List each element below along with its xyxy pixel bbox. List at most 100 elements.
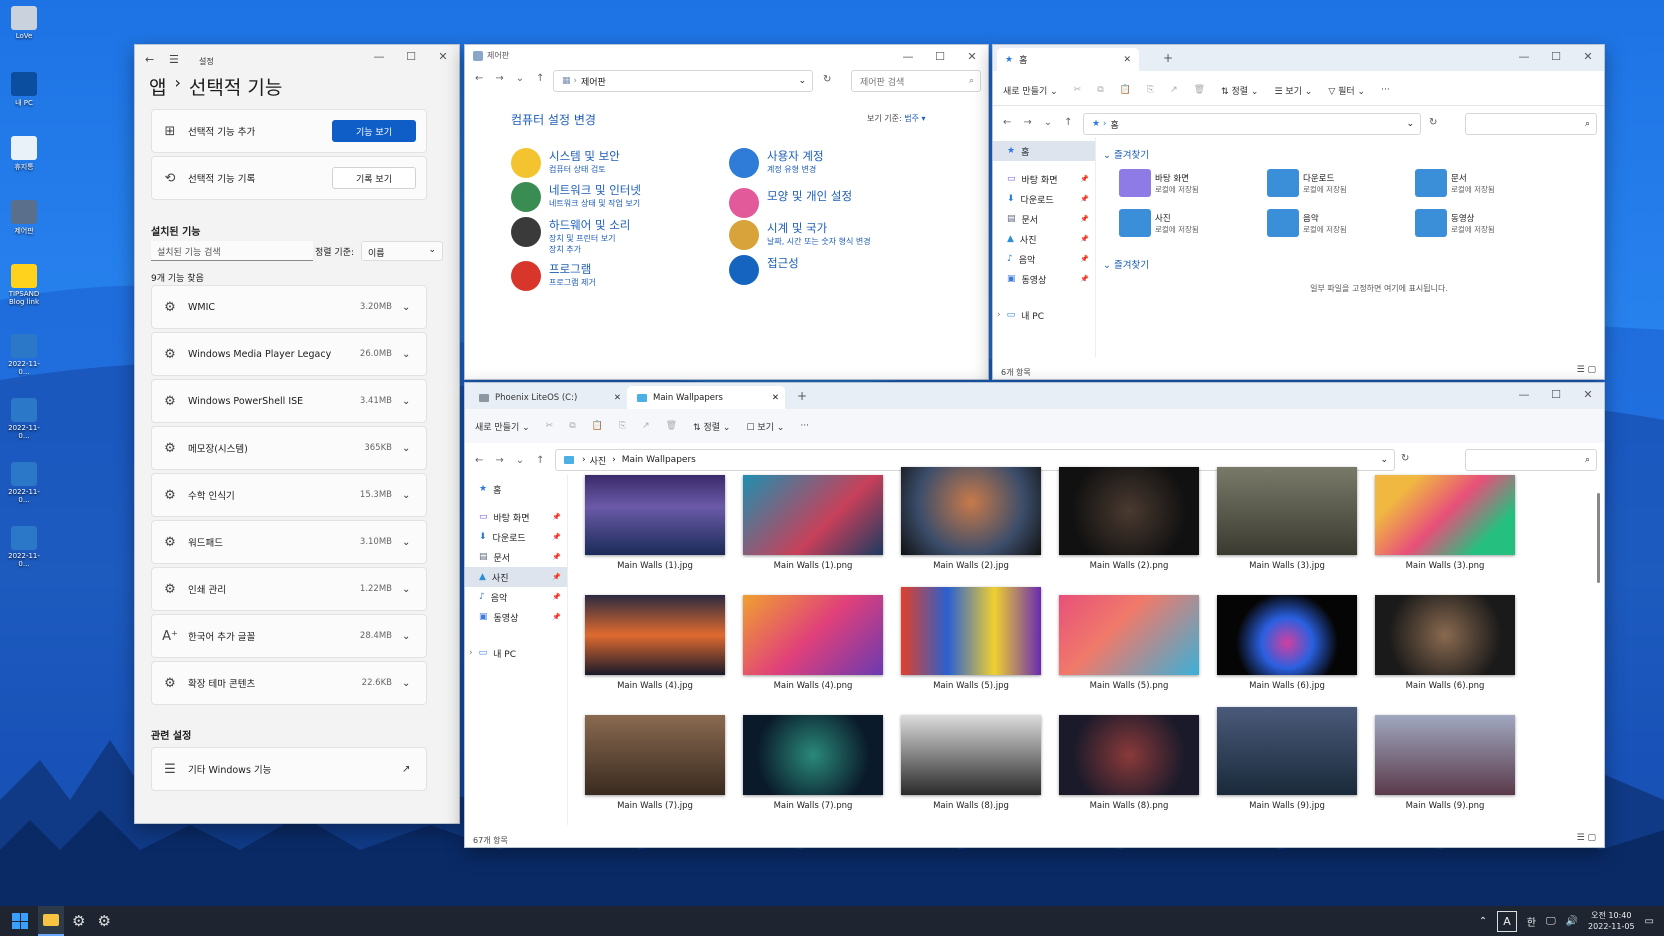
language-indicator[interactable]: 한: [1527, 914, 1536, 929]
new-tab-button[interactable]: +: [797, 389, 807, 403]
close-button[interactable]: ✕: [1572, 383, 1604, 405]
nav-item[interactable]: › ▭ 내 PC: [465, 643, 567, 663]
nav-item[interactable]: › ▭ 내 PC: [993, 305, 1095, 325]
cp-category-title[interactable]: 시계 및 국가: [767, 220, 871, 236]
desktop-icon[interactable]: 2022-11-0...: [4, 398, 44, 440]
cmd-item[interactable]: ☐ 보기 ⌄: [746, 420, 784, 433]
refresh-icon[interactable]: ↻: [823, 74, 831, 85]
nav-item[interactable]: ▲ 사진 📌: [465, 567, 567, 587]
file-thumbnail[interactable]: Main Walls (5).png: [1059, 595, 1199, 691]
maximize-button[interactable]: ☐: [924, 45, 956, 67]
nav-item[interactable]: ♪ 음악 📌: [993, 249, 1095, 269]
desktop-icon[interactable]: 제어판: [4, 200, 44, 236]
cmd-item[interactable]: ⧉: [1097, 85, 1103, 95]
cp-category-title[interactable]: 사용자 계정: [767, 148, 824, 164]
view-history-button[interactable]: 기록 보기: [332, 167, 416, 189]
quick-access-folder[interactable]: 바탕 화면 로컬에 저장됨: [1119, 169, 1199, 197]
feature-item[interactable]: ⚙ Windows Media Player Legacy 26.0MB ⌄: [151, 332, 427, 376]
cmd-item[interactable]: ⧉: [569, 421, 575, 431]
cp-category-title[interactable]: 접근성: [767, 255, 799, 271]
cmd-item[interactable]: ✂: [546, 421, 554, 431]
file-thumbnail[interactable]: Main Walls (3).jpg: [1217, 467, 1357, 571]
recent-heading[interactable]: ⌄ 즐겨찾기: [1103, 257, 1149, 271]
desktop-icon[interactable]: LoVe: [4, 6, 44, 40]
chevron-down-icon[interactable]: ⌄: [402, 631, 426, 642]
close-button[interactable]: ✕: [956, 45, 988, 67]
view-toggle[interactable]: ☰ ▢: [1577, 833, 1596, 843]
breadcrumb-root[interactable]: 앱: [149, 73, 166, 100]
tab-wallpapers[interactable]: Main Wallpapers ✕: [627, 386, 785, 409]
cp-category-title[interactable]: 네트워크 및 인터넷: [549, 182, 641, 198]
maximize-button[interactable]: ☐: [395, 45, 427, 67]
cp-category[interactable]: 시계 및 국가 날짜, 시간 또는 숫자 형식 변경: [729, 220, 871, 250]
feature-search-input[interactable]: 설치된 기능 검색: [151, 241, 313, 261]
desktop-icon[interactable]: 2022-11-0...: [4, 526, 44, 568]
quick-access-folder[interactable]: 문서 로컬에 저장됨: [1415, 169, 1495, 197]
cp-sublink[interactable]: 장치 추가: [549, 244, 630, 255]
nav-item[interactable]: ▤ 문서 📌: [465, 547, 567, 567]
cp-sublink[interactable]: 날짜, 시간 또는 숫자 형식 변경: [767, 236, 871, 247]
cmd-item[interactable]: 새로 만들기 ⌄: [475, 420, 530, 433]
file-thumbnail[interactable]: Main Walls (1).jpg: [585, 475, 725, 571]
up-icon[interactable]: ↑: [1064, 117, 1072, 128]
chevron-down-icon[interactable]: ⌄: [402, 537, 426, 548]
cmd-item[interactable]: ···: [800, 421, 809, 431]
file-thumbnail[interactable]: Main Walls (4).jpg: [585, 595, 725, 691]
file-thumbnail[interactable]: Main Walls (6).png: [1375, 595, 1515, 691]
scrollbar[interactable]: [1597, 493, 1600, 583]
nav-item[interactable]: ▣ 동영상 📌: [993, 269, 1095, 289]
cmd-item[interactable]: ⎘: [619, 421, 626, 431]
ime-indicator[interactable]: A: [1497, 910, 1517, 932]
minimize-button[interactable]: —: [1508, 383, 1540, 405]
quick-access-folder[interactable]: 사진 로컬에 저장됨: [1119, 209, 1199, 237]
cmd-item[interactable]: 📋: [592, 421, 603, 431]
nav-item[interactable]: ▭ 바탕 화면 📌: [993, 169, 1095, 189]
back-icon[interactable]: ←: [1003, 117, 1011, 128]
cmd-item[interactable]: ☰ 보기 ⌄: [1274, 84, 1312, 97]
chevron-down-icon[interactable]: ⌄: [402, 443, 426, 454]
up-icon[interactable]: ↑: [536, 73, 544, 84]
search-input[interactable]: ⌕: [1465, 113, 1597, 135]
cp-category-title[interactable]: 시스템 및 보안: [549, 148, 620, 164]
close-tab-icon[interactable]: ✕: [614, 393, 621, 403]
search-input[interactable]: ⌕: [1465, 449, 1597, 471]
refresh-icon[interactable]: ↻: [1429, 117, 1437, 128]
feature-item[interactable]: ⚙ 수학 인식기 15.3MB ⌄: [151, 473, 427, 517]
file-thumbnail[interactable]: Main Walls (7).jpg: [585, 715, 725, 811]
search-input[interactable]: 제어판 검색 ⌕: [851, 70, 981, 92]
address-part-folder[interactable]: Main Wallpapers: [622, 455, 696, 465]
cp-sublink[interactable]: 프로그램 제거: [549, 277, 596, 288]
network-icon[interactable]: 🖵: [1546, 916, 1556, 927]
close-button[interactable]: ✕: [427, 45, 459, 67]
cp-category[interactable]: 하드웨어 및 소리 장치 및 프린터 보기 장치 추가: [511, 217, 630, 255]
forward-icon[interactable]: →: [1023, 117, 1031, 128]
file-thumbnail[interactable]: Main Walls (2).jpg: [901, 467, 1041, 571]
desktop-icon[interactable]: 휴지통: [4, 136, 44, 172]
maximize-button[interactable]: ☐: [1540, 383, 1572, 405]
favorites-heading[interactable]: ⌄ 즐겨찾기: [1103, 147, 1149, 161]
nav-item[interactable]: ★ 홈: [465, 479, 567, 499]
tab-drive[interactable]: Phoenix LiteOS (C:) ✕: [469, 386, 627, 409]
chevron-down-icon[interactable]: ⌄: [402, 678, 426, 689]
recent-icon[interactable]: ⌄: [516, 73, 524, 84]
cp-category-title[interactable]: 프로그램: [549, 261, 596, 277]
quick-access-folder[interactable]: 동영상 로컬에 저장됨: [1415, 209, 1495, 237]
volume-icon[interactable]: 🔊: [1566, 916, 1578, 927]
cmd-item[interactable]: ⎘: [1147, 85, 1154, 95]
other-windows-features[interactable]: ☰ 기타 Windows 기능 ↗: [151, 747, 427, 791]
back-icon[interactable]: ←: [475, 73, 483, 84]
cp-category[interactable]: 프로그램 프로그램 제거: [511, 261, 596, 291]
cp-category-title[interactable]: 하드웨어 및 소리: [549, 217, 630, 233]
desktop-icon[interactable]: 내 PC: [4, 72, 44, 108]
clock[interactable]: 오전 10:40 2022-11-05: [1588, 910, 1635, 932]
desktop-icon[interactable]: 2022-11-0...: [4, 462, 44, 504]
nav-item[interactable]: ★ 홈: [993, 141, 1095, 161]
cmd-item[interactable]: ▽ 필터 ⌄: [1328, 84, 1365, 97]
file-thumbnail[interactable]: Main Walls (4).png: [743, 595, 883, 691]
recent-icon[interactable]: ⌄: [1044, 117, 1052, 128]
control-panel-icon[interactable]: ⚙: [97, 912, 110, 930]
cp-category[interactable]: 모양 및 개인 설정: [729, 188, 852, 218]
tray-chevron-icon[interactable]: ⌃: [1479, 916, 1487, 927]
feature-item[interactable]: ⚙ 확장 테마 콘텐츠 22.6KB ⌄: [151, 661, 427, 705]
chevron-right-icon[interactable]: ›: [469, 648, 473, 658]
